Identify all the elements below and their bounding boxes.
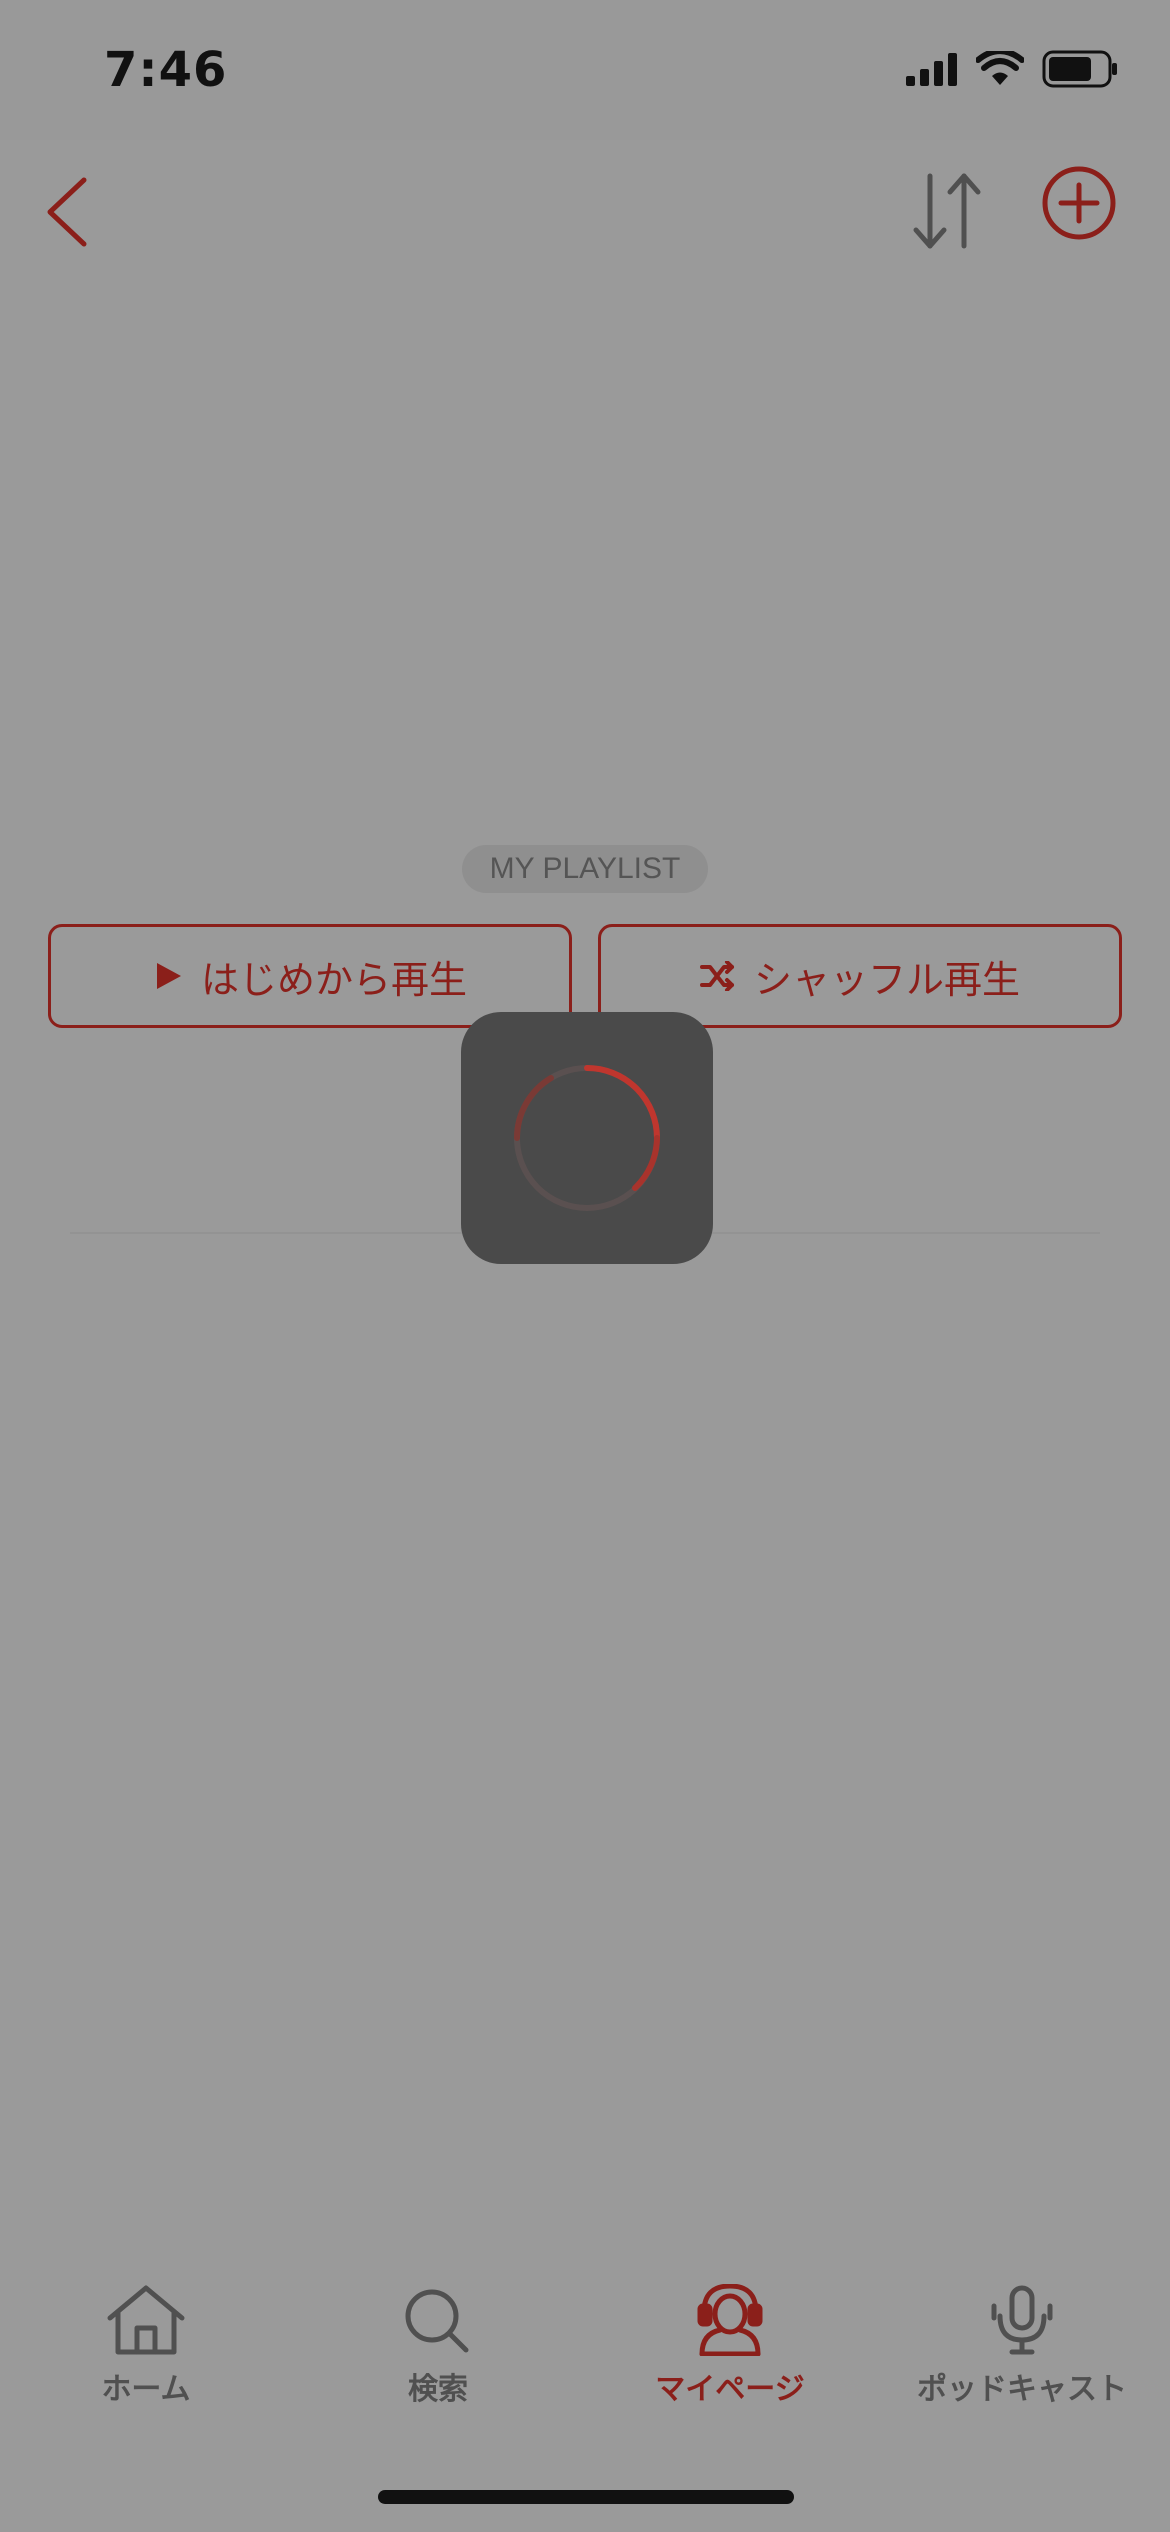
tab-mypage-label: マイページ: [655, 2372, 805, 2407]
back-button[interactable]: [40, 176, 92, 248]
home-indicator: [378, 2490, 794, 2504]
battery-icon: [1042, 50, 1117, 88]
tab-search-label: 検索: [408, 2372, 468, 2407]
spinner-icon: [514, 1065, 660, 1211]
wifi-icon: [976, 51, 1024, 85]
status-bar: 7:46: [0, 0, 1170, 140]
nav-bar: [0, 140, 1170, 270]
microphone-icon: [991, 2285, 1053, 2355]
headphones-user-icon: [697, 2284, 763, 2356]
tab-mypage[interactable]: マイページ: [584, 2284, 876, 2444]
sort-button[interactable]: [910, 170, 984, 252]
tab-home[interactable]: ホーム: [0, 2284, 292, 2444]
tab-search[interactable]: 検索: [292, 2284, 584, 2444]
cellular-signal-icon: [906, 53, 957, 86]
status-time: 7:46: [104, 42, 228, 98]
home-icon: [107, 2285, 185, 2355]
status-icons: [906, 50, 1118, 88]
tab-podcast-label: ポッドキャスト: [917, 2372, 1127, 2407]
tab-podcast[interactable]: ポッドキャスト: [876, 2284, 1168, 2444]
playlist-tag: MY PLAYLIST: [462, 845, 708, 893]
add-playlist-button[interactable]: [1040, 164, 1118, 242]
search-icon: [405, 2289, 469, 2353]
play-from-start-label: はじめから再生: [200, 957, 467, 1002]
shuffle-play-label: シャッフル再生: [753, 957, 1020, 1002]
shuffle-icon: [699, 961, 734, 991]
play-icon: [156, 963, 181, 989]
loading-overlay: [461, 1012, 713, 1264]
tab-home-label: ホーム: [101, 2372, 191, 2407]
